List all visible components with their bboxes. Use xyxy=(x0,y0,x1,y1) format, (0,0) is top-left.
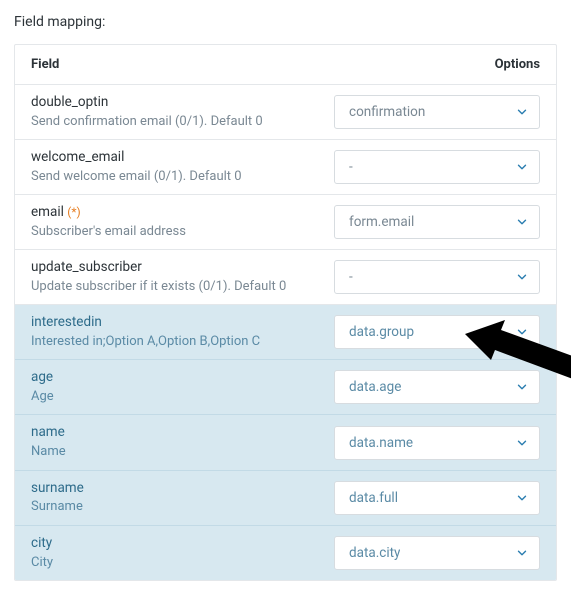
field-description: Surname xyxy=(31,498,324,516)
field-cell: email (*) Subscriber's email address xyxy=(31,203,334,241)
options-dropdown[interactable]: data.full xyxy=(334,481,540,515)
field-name: welcome_email xyxy=(31,149,124,165)
options-dropdown[interactable]: - xyxy=(334,260,540,294)
chevron-down-icon xyxy=(515,546,529,560)
options-dropdown[interactable]: confirmation xyxy=(334,95,540,129)
dropdown-value: - xyxy=(349,269,353,285)
options-dropdown[interactable]: form.email xyxy=(334,205,540,239)
table-row: welcome_email Send welcome email (0/1). … xyxy=(15,140,556,195)
field-cell: double_optin Send confirmation email (0/… xyxy=(31,93,334,131)
table-row: double_optin Send confirmation email (0/… xyxy=(15,85,556,140)
options-dropdown[interactable]: data.city xyxy=(334,536,540,570)
field-cell: interestedin Interested in;Option A,Opti… xyxy=(31,313,334,351)
table-row: name Name data.name xyxy=(15,415,556,470)
options-dropdown[interactable]: data.group xyxy=(334,315,540,349)
field-name: double_optin xyxy=(31,94,108,110)
field-description: Interested in;Option A,Option B,Option C xyxy=(31,333,324,351)
options-dropdown[interactable]: data.name xyxy=(334,426,540,460)
field-description: Name xyxy=(31,443,324,461)
field-cell: name Name xyxy=(31,423,334,461)
chevron-down-icon xyxy=(515,160,529,174)
field-mapping-table: Field Options double_optin Send confirma… xyxy=(14,44,557,581)
dropdown-value: data.full xyxy=(349,490,398,506)
table-header: Field Options xyxy=(15,45,556,85)
field-description: Update subscriber if it exists (0/1). De… xyxy=(31,278,324,296)
chevron-down-icon xyxy=(515,380,529,394)
field-cell: city City xyxy=(31,534,334,572)
field-name: name xyxy=(31,424,65,440)
required-marker: (*) xyxy=(67,205,80,219)
table-row: update_subscriber Update subscriber if i… xyxy=(15,250,556,305)
table-row: age Age data.age xyxy=(15,360,556,415)
chevron-down-icon xyxy=(515,270,529,284)
field-name: age xyxy=(31,369,53,385)
field-description: Subscriber's email address xyxy=(31,223,324,241)
dropdown-value: form.email xyxy=(349,214,414,230)
field-name: email xyxy=(31,204,64,220)
chevron-down-icon xyxy=(515,325,529,339)
field-description: Send confirmation email (0/1). Default 0 xyxy=(31,113,324,131)
field-description: Send welcome email (0/1). Default 0 xyxy=(31,168,324,186)
field-cell: surname Surname xyxy=(31,479,334,517)
header-field: Field xyxy=(31,57,334,72)
field-name: surname xyxy=(31,480,84,496)
header-options: Options xyxy=(334,57,540,72)
dropdown-value: data.name xyxy=(349,435,413,451)
field-description: City xyxy=(31,554,324,572)
table-row: city City data.city xyxy=(15,526,556,580)
field-name: interestedin xyxy=(31,314,102,330)
options-dropdown[interactable]: data.age xyxy=(334,370,540,404)
chevron-down-icon xyxy=(515,105,529,119)
field-description: Age xyxy=(31,388,324,406)
dropdown-value: confirmation xyxy=(349,104,425,120)
section-title: Field mapping: xyxy=(14,14,557,30)
field-cell: update_subscriber Update subscriber if i… xyxy=(31,258,334,296)
dropdown-value: data.age xyxy=(349,379,401,395)
dropdown-value: data.group xyxy=(349,324,414,340)
chevron-down-icon xyxy=(515,491,529,505)
field-name: city xyxy=(31,535,52,551)
field-name: update_subscriber xyxy=(31,259,142,275)
field-cell: age Age xyxy=(31,368,334,406)
chevron-down-icon xyxy=(515,436,529,450)
chevron-down-icon xyxy=(515,215,529,229)
dropdown-value: data.city xyxy=(349,545,400,561)
table-row: surname Surname data.full xyxy=(15,471,556,526)
table-row: email (*) Subscriber's email address for… xyxy=(15,195,556,250)
field-cell: welcome_email Send welcome email (0/1). … xyxy=(31,148,334,186)
options-dropdown[interactable]: - xyxy=(334,150,540,184)
dropdown-value: - xyxy=(349,159,353,175)
table-row: interestedin Interested in;Option A,Opti… xyxy=(15,305,556,360)
